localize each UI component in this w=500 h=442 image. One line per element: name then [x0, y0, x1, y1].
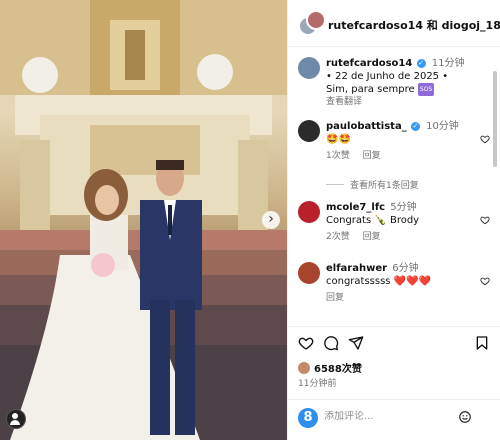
posted-time[interactable]: 11分钟前 — [298, 376, 336, 389]
share-send-icon[interactable] — [348, 335, 364, 351]
comment-body: paulobattista_ ✓ 10分钟 🤩🤩 1次赞 回复 — [326, 120, 476, 163]
post-side-panel: rutefcardoso14 和 diogoj_18 rutefcardoso1… — [287, 0, 500, 440]
avatar[interactable] — [298, 57, 320, 79]
avatar[interactable] — [298, 120, 320, 142]
verified-icon: ✓ — [416, 59, 426, 68]
caption-time: 11分钟 — [431, 58, 465, 69]
like-comment-icon[interactable] — [480, 276, 490, 286]
caption-line-1: • 22 de Junho de 2025 • — [326, 71, 449, 82]
comment-time: 6分钟 — [392, 263, 419, 274]
post-photo[interactable]: › — [0, 0, 287, 440]
add-comment-row: 8 — [288, 399, 500, 442]
comment-text: congratsssss ❤️❤️❤️ — [326, 276, 432, 287]
likes-count[interactable]: 6588次赞 — [298, 360, 362, 375]
avatar[interactable] — [298, 262, 320, 284]
reply-button[interactable]: 回复 — [326, 293, 344, 303]
like-comment-icon[interactable] — [480, 134, 490, 144]
caption-username[interactable]: rutefcardoso14 — [326, 58, 412, 69]
next-photo-button[interactable]: › — [262, 211, 280, 229]
comment-text: Congrats 🍾 Brody — [326, 215, 420, 226]
comment-username[interactable]: paulobattista_ — [326, 121, 407, 132]
avatar[interactable] — [298, 201, 320, 223]
comment-text: 🤩🤩 — [326, 134, 351, 145]
avatar — [298, 362, 310, 374]
comment-meta: 2次赞 回复 — [326, 231, 476, 244]
post-header: rutefcardoso14 和 diogoj_18 — [288, 0, 500, 47]
comment-username[interactable]: elfarahwer — [326, 263, 387, 274]
comment-body: mcole7_lfc 5分钟 Congrats 🍾 Brody 2次赞 回复 — [326, 201, 476, 244]
comment-body: elfarahwer 6分钟 congratsssss ❤️❤️❤️ 回复 — [326, 262, 476, 305]
comments-scrollbar[interactable] — [492, 47, 498, 325]
comment-bubble-icon[interactable] — [323, 335, 339, 351]
add-comment-input[interactable] — [324, 411, 454, 422]
scrollbar-thumb[interactable] — [493, 71, 497, 167]
like-comment-icon[interactable] — [480, 215, 490, 225]
comment-likes[interactable]: 1次赞 — [326, 151, 350, 161]
reply-button[interactable]: 回复 — [363, 232, 381, 242]
author-avatars[interactable] — [298, 10, 326, 36]
caption-line-2-row: Sim, para sempre SOS — [326, 83, 491, 96]
comment-meta: 回复 — [326, 292, 476, 305]
post-modal: › rutefcardoso14 和 diogoj_18 rutefcardos… — [0, 0, 500, 440]
comments-scroll-area[interactable]: rutefcardoso14 ✓ 11分钟 • 22 de Junho de 2… — [288, 47, 491, 325]
see-translation-link[interactable]: 查看翻译 — [326, 96, 491, 109]
likes-count-text[interactable]: 6588次赞 — [314, 364, 362, 375]
comment-meta: 1次赞 回复 — [326, 150, 476, 163]
wedding-photo-illustration — [0, 0, 287, 440]
comment-time: 5分钟 — [390, 202, 417, 213]
post-actions: 6588次赞 11分钟前 8 — [288, 326, 500, 441]
user-avatar-icon: 8 — [298, 408, 318, 428]
comment-time: 10分钟 — [426, 121, 459, 132]
tagged-user-icon[interactable] — [6, 409, 26, 429]
caption-body: rutefcardoso14 ✓ 11分钟 • 22 de Junho de 2… — [326, 57, 491, 109]
post-authors[interactable]: rutefcardoso14 和 diogoj_18 — [328, 17, 500, 33]
view-replies-link[interactable]: 查看所有1条回复 — [326, 178, 419, 191]
emoji-icon[interactable] — [458, 410, 472, 424]
verified-icon: ✓ — [410, 122, 420, 131]
like-heart-icon[interactable] — [298, 335, 314, 351]
comment-username[interactable]: mcole7_lfc — [326, 202, 385, 213]
avatar[interactable] — [306, 10, 326, 30]
caption-line-2: Sim, para sempre — [326, 84, 415, 95]
bookmark-icon[interactable] — [474, 335, 490, 351]
sos-emoji-icon: SOS — [417, 83, 435, 96]
comment-likes[interactable]: 2次赞 — [326, 232, 350, 242]
reply-button[interactable]: 回复 — [363, 151, 381, 161]
